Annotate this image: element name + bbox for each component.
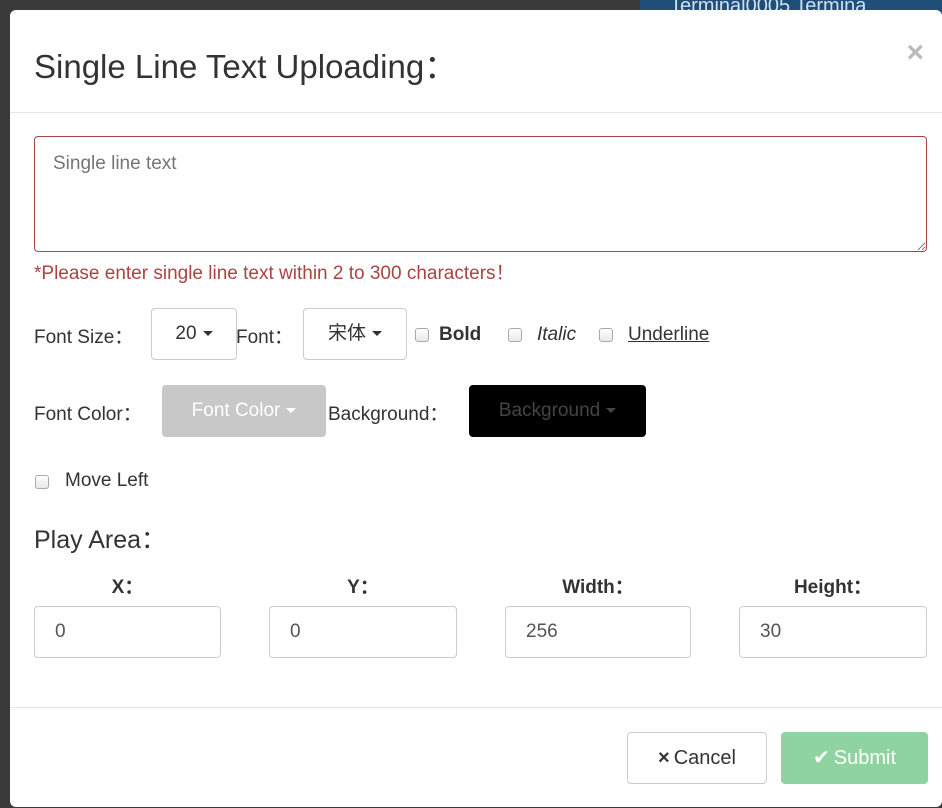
- font-size-value: 20: [175, 323, 197, 344]
- height-label: Height：: [793, 577, 873, 598]
- background-color-button[interactable]: Background: [469, 385, 646, 437]
- dialog-footer: × Cancel ✔ Submit: [10, 707, 942, 808]
- cancel-button-label: Cancel: [673, 747, 736, 769]
- validation-help-text: *Please enter single line text within 2 …: [34, 263, 515, 284]
- font-color-button-label: Font Color: [191, 400, 281, 421]
- chevron-down-icon: [202, 331, 213, 337]
- move-left-checkbox[interactable]: [35, 475, 49, 489]
- color-options-row: Font Color： Font Color Background： Backg…: [34, 385, 934, 439]
- bold-label: Bold: [439, 324, 482, 345]
- submit-button[interactable]: ✔ Submit: [781, 732, 928, 784]
- italic-label: Italic: [537, 324, 577, 345]
- background-label: Background：: [328, 404, 449, 425]
- x-label: X：: [111, 577, 144, 598]
- chevron-down-icon: [606, 408, 617, 414]
- underline-label: Underline: [628, 324, 710, 345]
- chevron-down-icon: [372, 331, 382, 337]
- background-button-label: Background: [498, 400, 601, 421]
- single-line-text-dialog: Single Line Text Uploading： × *Please en…: [10, 10, 942, 807]
- dialog-title: Single Line Text Uploading：: [34, 48, 458, 85]
- font-size-dropdown[interactable]: 20: [151, 308, 237, 360]
- italic-checkbox[interactable]: [508, 328, 522, 342]
- close-icon: ×: [658, 747, 670, 769]
- width-input[interactable]: 256: [505, 606, 691, 658]
- move-left-label: Move Left: [65, 470, 149, 491]
- play-area-title: Play Area：: [34, 526, 167, 554]
- font-label: Font：: [236, 327, 294, 348]
- font-family-value: 宋体: [327, 323, 366, 344]
- single-line-text-input[interactable]: [34, 136, 927, 252]
- close-icon[interactable]: ×: [906, 38, 924, 68]
- font-size-label: Font Size：: [34, 327, 134, 348]
- dialog-header: Single Line Text Uploading： ×: [10, 10, 942, 113]
- chevron-down-icon: [286, 408, 297, 414]
- height-input[interactable]: 30: [739, 606, 927, 658]
- y-input[interactable]: 0: [269, 606, 457, 658]
- cancel-button[interactable]: × Cancel: [627, 732, 767, 784]
- submit-button-label: Submit: [833, 747, 896, 769]
- x-input[interactable]: 0: [34, 606, 221, 658]
- y-label: Y：: [347, 577, 379, 598]
- font-color-label: Font Color：: [34, 404, 142, 425]
- bold-checkbox[interactable]: [415, 328, 429, 342]
- font-options-row: Font Size： 20 Font： 宋体 Bold Italic Under…: [34, 308, 934, 362]
- underline-checkbox[interactable]: [599, 328, 613, 342]
- font-family-dropdown[interactable]: 宋体: [303, 308, 407, 360]
- width-label: Width：: [562, 577, 634, 598]
- font-color-button[interactable]: Font Color: [162, 385, 326, 437]
- checkmark-icon: ✔: [812, 747, 830, 769]
